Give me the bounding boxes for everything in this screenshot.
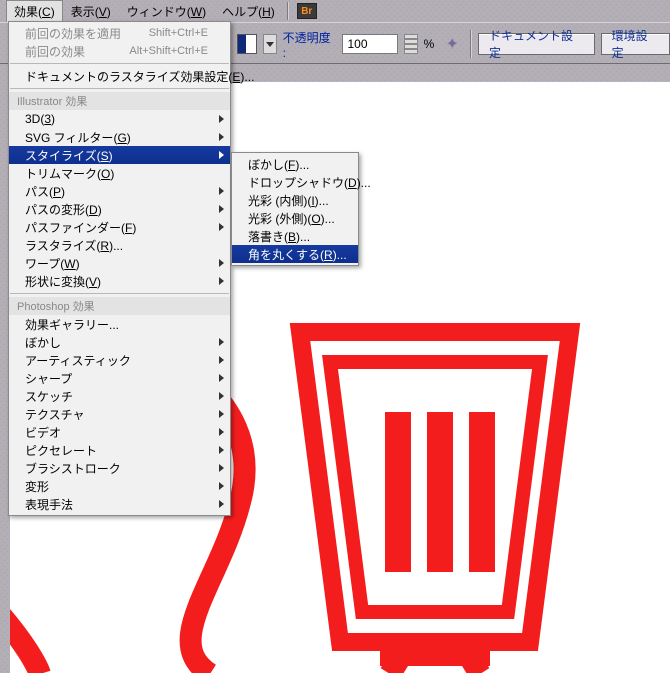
stylize-submenu: ぼかし(F)... ドロップシャドウ(D)... 光彩 (内側)(I)... 光…	[231, 152, 359, 266]
submenu-item-inner-glow[interactable]: 光彩 (内側)(I)...	[232, 191, 358, 209]
submenu-item-outer-glow[interactable]: 光彩 (外側)(O)...	[232, 209, 358, 227]
menu-item-raster-settings[interactable]: ドキュメントのラスタライズ効果設定(E)...	[9, 67, 230, 85]
menu-item-3d[interactable]: 3D(3)	[9, 110, 230, 128]
menu-item-video[interactable]: ビデオ	[9, 423, 230, 441]
ruler-area	[231, 64, 670, 81]
menu-section-illustrator: Illustrator 効果	[9, 92, 230, 110]
menu-item-warp[interactable]: ワープ(W)	[9, 254, 230, 272]
menu-item-stylize-ps[interactable]: 表現手法	[9, 495, 230, 513]
submenu-item-drop-shadow[interactable]: ドロップシャドウ(D)...	[232, 173, 358, 191]
menu-item-last-effect[interactable]: 前回の効果Alt+Shift+Ctrl+E	[9, 42, 230, 60]
toolbar-separator	[470, 30, 472, 58]
menu-item-texture[interactable]: テクスチャ	[9, 405, 230, 423]
environment-settings-button[interactable]: 環境設定	[601, 33, 670, 55]
opacity-field[interactable]: 100	[342, 34, 397, 54]
menubar-separator	[287, 2, 289, 20]
menu-help[interactable]: ヘルプ(H)	[214, 0, 283, 23]
menu-section-photoshop: Photoshop 効果	[9, 297, 230, 315]
menu-item-trim-marks[interactable]: トリムマーク(O)	[9, 164, 230, 182]
menu-item-sketch[interactable]: スケッチ	[9, 387, 230, 405]
opacity-label: 不透明度 :	[283, 29, 337, 60]
opacity-unit: %	[424, 37, 435, 51]
menu-item-path[interactable]: パス(P)	[9, 182, 230, 200]
menubar: 効果(C) 表示(V) ウィンドウ(W) ヘルプ(H) Br	[0, 0, 670, 22]
menu-item-rasterize[interactable]: ラスタライズ(R)...	[9, 236, 230, 254]
menu-window[interactable]: ウィンドウ(W)	[119, 0, 214, 23]
brush-dropdown[interactable]	[263, 34, 277, 54]
menu-item-distort[interactable]: パスの変形(D)	[9, 200, 230, 218]
submenu-item-round-corners[interactable]: 角を丸くする(R)...	[232, 245, 358, 263]
menu-item-effect-gallery[interactable]: 効果ギャラリー...	[9, 315, 230, 333]
menu-item-distort-ps[interactable]: 変形	[9, 477, 230, 495]
document-settings-button[interactable]: ドキュメント設定	[478, 33, 595, 55]
menu-item-blur[interactable]: ぼかし	[9, 333, 230, 351]
submenu-item-feather[interactable]: ぼかし(F)...	[232, 155, 358, 173]
menu-item-svg-filters[interactable]: SVG フィルター(G)	[9, 128, 230, 146]
opacity-stepper[interactable]	[404, 34, 418, 54]
menu-item-brush-strokes[interactable]: ブラシストローク	[9, 459, 230, 477]
wand-icon[interactable]: ✦	[440, 33, 464, 55]
menu-item-sharpen[interactable]: シャープ	[9, 369, 230, 387]
bridge-button[interactable]: Br	[297, 3, 317, 19]
menu-item-stylize[interactable]: スタイライズ(S)	[9, 146, 230, 164]
menu-item-apply-last-effect[interactable]: 前回の効果を適用Shift+Ctrl+E	[9, 24, 230, 42]
submenu-item-scribble[interactable]: 落書き(B)...	[232, 227, 358, 245]
menu-effects[interactable]: 効果(C)	[6, 0, 63, 23]
brush-swatch[interactable]	[237, 34, 257, 54]
menu-item-pathfinder[interactable]: パスファインダー(F)	[9, 218, 230, 236]
menu-item-convert-shape[interactable]: 形状に変換(V)	[9, 272, 230, 290]
menu-item-pixelate[interactable]: ピクセレート	[9, 441, 230, 459]
effects-menu: 前回の効果を適用Shift+Ctrl+E 前回の効果Alt+Shift+Ctrl…	[8, 21, 231, 516]
menu-view[interactable]: 表示(V)	[63, 0, 119, 23]
menu-item-artistic[interactable]: アーティスティック	[9, 351, 230, 369]
